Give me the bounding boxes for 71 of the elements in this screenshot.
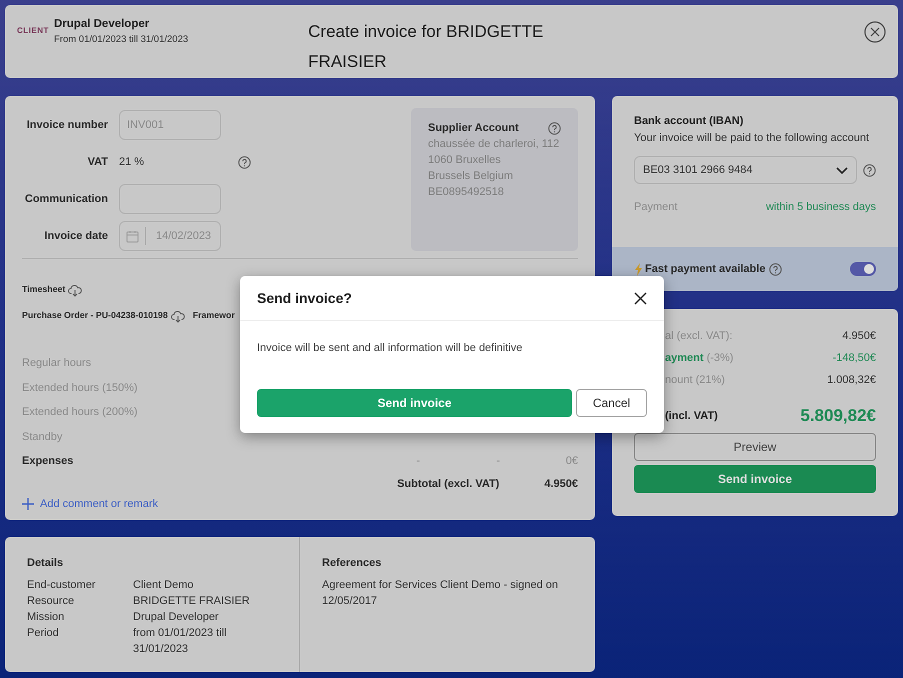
input-field[interactable]: INV001	[119, 110, 221, 140]
close-icon[interactable]	[864, 21, 886, 43]
summary-value: 4.950€	[842, 328, 876, 344]
mission-title: Drupal Developer	[54, 17, 150, 32]
hours-value: 0€	[566, 455, 578, 467]
hours-row-label: Standby	[22, 430, 62, 442]
modal-title: Send invoice?	[257, 288, 352, 308]
summary-label: ayment (-3%)	[664, 350, 734, 366]
download-icon[interactable]	[170, 310, 185, 322]
close-icon[interactable]	[634, 292, 647, 304]
subtotal-value: 4.950€	[544, 477, 578, 492]
page-title: Create invoice for BRIDGETTE FRAISIER	[308, 21, 544, 73]
help-icon[interactable]	[238, 156, 251, 168]
total-value: 5.809,82€	[800, 405, 876, 428]
help-icon[interactable]	[769, 262, 782, 276]
payment-term: within 5 business days	[766, 200, 876, 215]
help-icon[interactable]	[863, 164, 876, 176]
lightning-icon	[634, 262, 642, 276]
detail-label: Period	[27, 626, 60, 640]
iban-select[interactable]: BE03 3101 2966 9484	[634, 156, 857, 184]
field-label: Invoice number	[26, 118, 108, 133]
field-label: Communication	[24, 192, 108, 207]
document-link[interactable]: Purchase Order - PU-04238-010198	[22, 309, 168, 323]
detail-label: End-customer	[27, 578, 96, 592]
download-icon[interactable]	[68, 284, 82, 296]
supplier-title: Supplier Account	[428, 121, 519, 136]
summary-value: 1.008,32€	[827, 372, 876, 388]
cancel-button[interactable]: Cancel	[576, 389, 647, 417]
field-label: VAT	[86, 154, 108, 170]
hours-row-label: Expenses	[22, 455, 74, 467]
chevron-down-icon	[836, 166, 848, 174]
detail-value: from 01/01/2023 till 31/01/2023	[133, 626, 228, 656]
supplier-address-line: chaussée de charleroi, 112	[428, 137, 560, 152]
subtotal-label: Subtotal (excl. VAT)	[397, 477, 500, 492]
references-text: Agreement for Services Client Demo - signed on 12/05/2017	[322, 578, 559, 608]
hours-row-label: Regular hours	[22, 357, 92, 369]
client-logo: CLIENT	[17, 25, 50, 37]
detail-value: BRIDGETTE FRAISIER	[133, 594, 251, 608]
hours-value: -	[496, 455, 500, 467]
calendar-icon	[126, 230, 139, 242]
field-value: 21 %	[119, 154, 146, 170]
details-title: Details	[27, 556, 64, 571]
detail-label: Mission	[27, 610, 66, 624]
fast-payment-label: Fast payment available	[645, 262, 766, 277]
supplier-address-line: Brussels Belgium	[428, 169, 514, 184]
bank-subtitle: Your invoice will be paid to the following account	[634, 130, 870, 146]
hours-value: -	[416, 455, 420, 467]
document-link[interactable]: Timesheet	[22, 283, 66, 297]
detail-label: Resource	[27, 594, 76, 608]
summary-label: nount (21%)	[664, 372, 725, 388]
input-field[interactable]	[119, 184, 221, 214]
detail-value: Client Demo	[133, 578, 195, 592]
help-icon[interactable]	[548, 122, 561, 134]
hours-row-label: Extended hours (150%)	[22, 382, 138, 394]
summary-value: -148,50€	[832, 350, 876, 366]
bank-title: Bank account (IBAN)	[634, 114, 744, 129]
field-label: Invoice date	[43, 228, 108, 244]
summary-label: al (excl. VAT):	[664, 328, 732, 344]
payment-label: Payment	[634, 200, 678, 215]
modal-message: Invoice will be sent and all information will be definitive	[256, 341, 524, 356]
plus-icon	[22, 498, 34, 510]
supplier-address-line: BE0895492518	[428, 185, 505, 200]
hours-row-label: Extended hours (200%)	[22, 406, 138, 418]
document-link[interactable]: Framewor	[192, 309, 235, 323]
references-title: References	[322, 556, 382, 571]
toggle-switch[interactable]	[850, 262, 876, 276]
preview-button[interactable]: Preview	[634, 433, 876, 461]
supplier-address-line: 1060 Bruxelles	[428, 153, 502, 168]
mission-period: From 01/01/2023 till 31/01/2023	[54, 33, 188, 48]
detail-value: Drupal Developer	[133, 610, 220, 624]
total-label: (incl. VAT)	[664, 408, 718, 424]
